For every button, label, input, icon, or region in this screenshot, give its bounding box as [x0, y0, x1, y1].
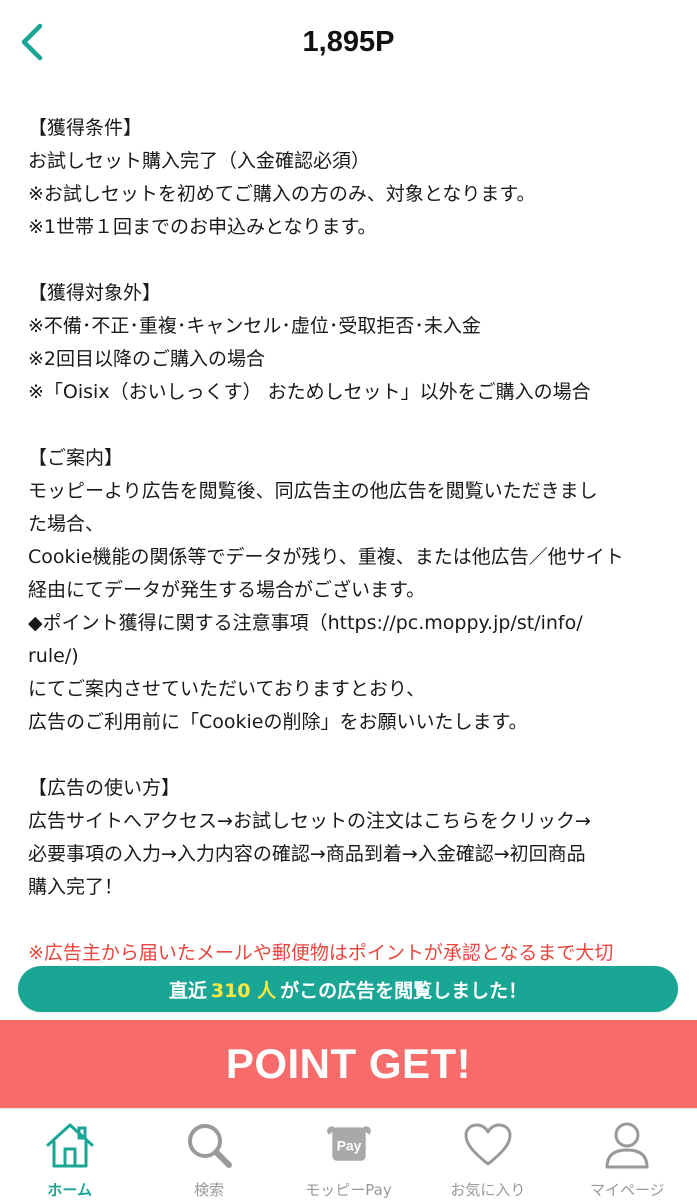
search-icon — [183, 1119, 235, 1171]
tab-mypage[interactable]: マイページ — [558, 1109, 697, 1200]
tab-favorites-label: お気に入り — [450, 1181, 526, 1199]
home-icon — [44, 1119, 96, 1171]
tab-home-label: ホーム — [47, 1181, 92, 1199]
viewer-banner-prefix: 直近 — [168, 979, 207, 1002]
detail-line: 経由にてデータが発生する場合がございます。 — [28, 579, 426, 601]
detail-line: ◆ポイント獲得に関する注意事項（https://pc.moppy.jp/st/i… — [28, 612, 583, 634]
ad-details-text: 【獲得条件】 お試しセット購入完了（入金確認必須） ※お試しセットを初めてご購入… — [28, 112, 678, 964]
detail-line: モッピーより広告を閲覧後、同広告主の他広告を閲覧いただきまし — [28, 480, 598, 502]
detail-line: 購入完了！ — [28, 876, 124, 898]
back-button[interactable] — [6, 14, 56, 70]
tab-mypage-label: マイページ — [589, 1181, 665, 1199]
detail-line: rule/) — [28, 645, 79, 667]
page-title: 1,895P — [302, 25, 395, 58]
detail-line: 【獲得条件】 — [28, 117, 143, 139]
detail-line — [28, 409, 678, 442]
detail-line: 【獲得対象外】 — [28, 282, 162, 304]
tab-moppy-pay-label: モッピーPay — [305, 1181, 392, 1199]
detail-line: お試しセット購入完了（入金確認必須） — [28, 150, 371, 172]
ad-details-content[interactable]: 【獲得条件】 お試しセット購入完了（入金確認必須） ※お試しセットを初めてご購入… — [0, 84, 697, 964]
detail-line: ※お試しセットを初めてご購入の方のみ、対象となります。 — [28, 183, 536, 205]
detail-line: にてご案内させていただいておりますとおり、 — [28, 678, 426, 700]
tab-search[interactable]: 検索 — [139, 1109, 278, 1200]
viewer-banner-suffix: がこの広告を閲覧しました！ — [280, 979, 528, 1002]
heart-icon — [462, 1119, 514, 1171]
viewer-count-banner: 直近 310 人 がこの広告を閲覧しました！ — [18, 966, 678, 1012]
detail-line: ※1世帯１回までのお申込みとなります。 — [28, 216, 377, 238]
detail-line: 【ご案内】 — [28, 447, 124, 469]
user-icon — [601, 1119, 653, 1171]
detail-line — [28, 904, 678, 937]
warning-line: ※広告主から届いたメールや郵便物はポイントが承認となるまで大切 — [28, 942, 614, 964]
detail-line: ※不備･不正･重複･キャンセル･虚位･受取拒否･未入金 — [28, 315, 481, 337]
tab-bar: ホーム 検索 Pay モッピーPay お気に入り マイページ — [0, 1108, 697, 1200]
tab-moppy-pay[interactable]: Pay モッピーPay — [279, 1109, 418, 1200]
pay-icon: Pay — [323, 1119, 375, 1171]
tab-search-label: 検索 — [194, 1181, 225, 1199]
tab-home[interactable]: ホーム — [0, 1109, 139, 1200]
detail-line: た場合、 — [28, 513, 105, 535]
svg-text:Pay: Pay — [336, 1138, 361, 1154]
detail-line: 広告サイトへアクセス→お試しセットの注文はこちらをクリック→ — [28, 810, 591, 832]
header: 1,895P — [0, 0, 697, 84]
page: 1,895P 【獲得条件】 お試しセット購入完了（入金確認必須） ※お試しセット… — [0, 0, 697, 1200]
detail-line: 必要事項の入力→入力内容の確認→商品到着→入金確認→初回商品 — [28, 843, 586, 865]
viewer-count: 310 人 — [210, 979, 277, 1002]
detail-line: 【広告の使い方】 — [28, 777, 181, 799]
tab-favorites[interactable]: お気に入り — [418, 1109, 557, 1200]
detail-line: ※「Oisix（おいしっくす） おためしセット」以外をご購入の場合 — [28, 381, 591, 403]
detail-line: 広告のご利用前に「Cookieの削除」をお願いいたします。 — [28, 711, 528, 733]
detail-line: ※2回目以降のご購入の場合 — [28, 348, 266, 370]
point-get-button[interactable]: POINT GET! — [0, 1020, 697, 1108]
detail-line: Cookie機能の関係等でデータが残り、重複、または他広告／他サイト — [28, 546, 624, 568]
detail-line — [28, 244, 678, 277]
detail-line — [28, 739, 678, 772]
chevron-left-icon — [21, 23, 43, 61]
